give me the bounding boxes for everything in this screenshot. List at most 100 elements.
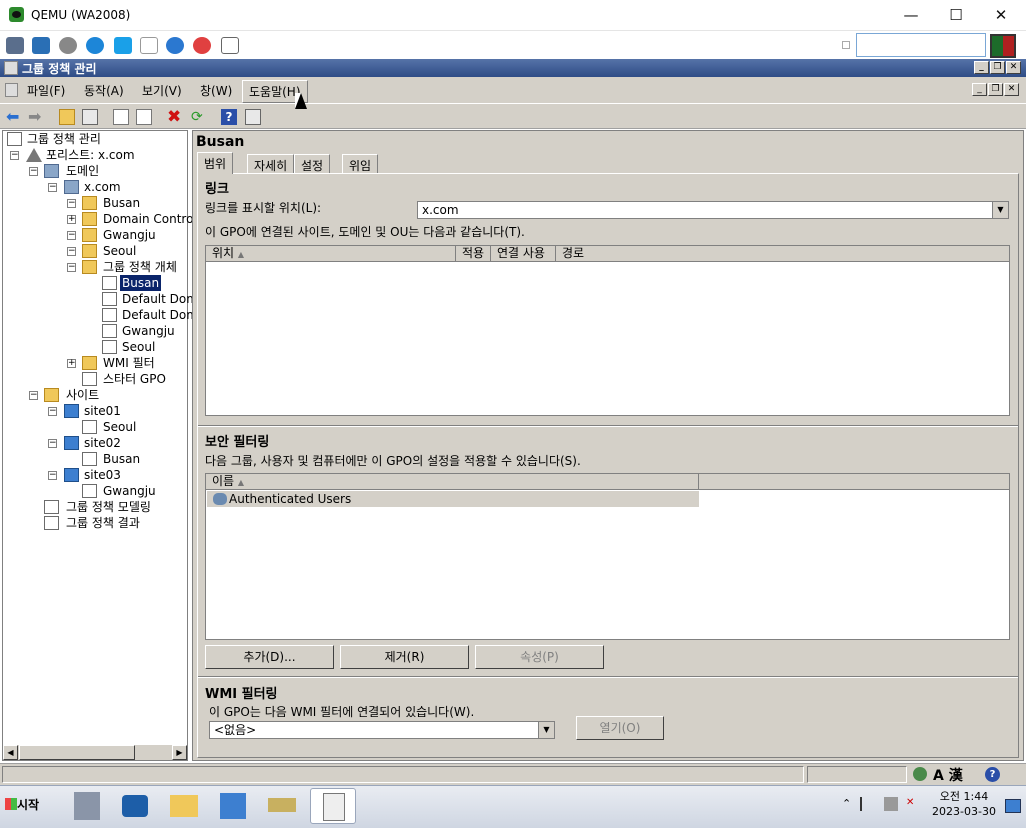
show-hidden-icons[interactable]: ⌃ — [842, 797, 851, 810]
tree-domain[interactable]: x.com — [84, 179, 121, 195]
tree-ou-domain-controllers[interactable]: Domain Contro — [103, 211, 193, 227]
expand-toggle[interactable]: − — [67, 199, 76, 208]
tree-starter-gpo[interactable]: 스타터 GPO — [103, 371, 166, 387]
add-button[interactable]: 추가(D)... — [205, 645, 334, 669]
clock[interactable]: 오전 1:44 2023-03-30 — [932, 789, 996, 819]
links-location-select[interactable]: x.com ▼ — [417, 201, 1009, 219]
mmc-restore-button[interactable]: ❐ — [990, 61, 1005, 74]
eject-icon[interactable] — [221, 37, 239, 54]
properties-icon[interactable] — [245, 109, 261, 125]
menu-file[interactable]: 파일(F) — [27, 82, 65, 99]
tree-gpo-objects[interactable]: 그룹 정책 개체 — [103, 259, 177, 275]
vm-icon[interactable] — [6, 37, 24, 54]
tab-details[interactable]: 자세히 — [247, 154, 295, 173]
col-path[interactable]: 경로 — [556, 246, 1009, 262]
tab-scope[interactable]: 범위 — [197, 152, 234, 174]
expand-toggle[interactable]: − — [48, 407, 57, 416]
tree-gpo-seoul[interactable]: Seoul — [122, 339, 155, 355]
help-icon[interactable]: ? — [221, 109, 237, 125]
tree-ou-gwangju[interactable]: Gwangju — [103, 227, 156, 243]
properties-button[interactable]: 속성(P) — [475, 645, 604, 669]
show-hide-tree-icon[interactable] — [82, 109, 98, 125]
refresh-icon[interactable]: ⟳ — [191, 109, 207, 125]
tree-gpo-default-domain-2[interactable]: Default Dom — [122, 307, 198, 323]
network-icon[interactable] — [884, 797, 898, 811]
tab-settings[interactable]: 설정 — [294, 154, 331, 173]
minimize-button[interactable]: — — [888, 0, 934, 31]
taskbar-server-manager[interactable] — [64, 788, 110, 824]
tree-gpo-gwangju[interactable]: Gwangju — [122, 323, 175, 339]
col-name[interactable]: 이름 ▲ — [206, 474, 699, 490]
tree-ou-seoul[interactable]: Seoul — [103, 243, 136, 259]
col-enforced[interactable]: 적용 — [456, 246, 491, 262]
maximize-button[interactable]: ☐ — [933, 0, 979, 31]
tree-gp-modeling[interactable]: 그룹 정책 모델링 — [66, 499, 151, 515]
tree-gpo-default-domain-1[interactable]: Default Dom — [122, 291, 198, 307]
taskbar-explorer[interactable] — [161, 788, 207, 824]
expand-toggle[interactable]: − — [10, 151, 19, 160]
taskbar-ad-users[interactable] — [210, 788, 256, 824]
fullscreen-icon[interactable] — [32, 37, 50, 54]
security-list[interactable]: 이름 ▲ Authenticated Users — [205, 473, 1010, 640]
refresh-icon[interactable] — [86, 37, 104, 54]
menu-window[interactable]: 창(W) — [200, 82, 232, 99]
expand-toggle[interactable]: − — [67, 247, 76, 256]
open-button[interactable]: 열기(O) — [576, 716, 664, 740]
start-button[interactable]: 시작 — [3, 789, 53, 821]
chevron-down-icon[interactable]: ▼ — [538, 722, 554, 738]
tree-root[interactable]: 그룹 정책 관리 — [27, 131, 101, 147]
col-location[interactable]: 위치 ▲ — [206, 246, 456, 262]
wmi-filter-select[interactable]: <없음> ▼ — [209, 721, 555, 739]
col-link-enabled[interactable]: 연결 사용 — [491, 246, 556, 262]
forward-arrow-icon[interactable]: ➡ — [28, 109, 44, 125]
tree-forest[interactable]: 포리스트: x.com — [46, 147, 135, 163]
doc-restore-button[interactable]: ❐ — [988, 83, 1003, 96]
expand-toggle[interactable]: − — [67, 231, 76, 240]
tree-site03[interactable]: site03 — [84, 467, 121, 483]
taskbar-powershell[interactable] — [112, 788, 158, 824]
list-item[interactable]: Authenticated Users — [207, 491, 699, 507]
tree-ou-busan[interactable]: Busan — [103, 195, 140, 211]
expand-toggle[interactable]: − — [29, 391, 38, 400]
chevron-down-icon[interactable]: ▼ — [992, 202, 1008, 218]
tree-site02[interactable]: site02 — [84, 435, 121, 451]
scroll-thumb[interactable] — [19, 745, 135, 760]
mmc-close-button[interactable]: ✕ — [1006, 61, 1021, 74]
expand-toggle[interactable]: + — [67, 215, 76, 224]
close-button[interactable]: ✕ — [978, 0, 1024, 31]
expand-toggle[interactable]: − — [29, 167, 38, 176]
tree-sites[interactable]: 사이트 — [66, 387, 99, 403]
expand-toggle[interactable]: − — [67, 263, 76, 272]
document-icon[interactable] — [140, 37, 158, 54]
tree-domains[interactable]: 도메인 — [66, 163, 99, 179]
stop-icon[interactable] — [193, 37, 211, 54]
delete-icon[interactable]: ✖ — [167, 109, 183, 126]
scroll-left-icon[interactable]: ◀ — [3, 745, 18, 760]
windows-icon[interactable] — [114, 37, 132, 54]
scroll-right-icon[interactable]: ▶ — [172, 745, 187, 760]
remove-button[interactable]: 제거(R) — [340, 645, 469, 669]
info-icon[interactable] — [166, 37, 184, 54]
up-folder-icon[interactable] — [59, 109, 75, 125]
tab-delegation[interactable]: 위임 — [342, 154, 379, 173]
tree-site01[interactable]: site01 — [84, 403, 121, 419]
back-arrow-icon[interactable]: ⬅ — [6, 109, 22, 125]
tree-wmi-filters[interactable]: WMI 필터 — [103, 355, 155, 371]
expand-toggle[interactable]: − — [48, 471, 57, 480]
paste-icon[interactable] — [136, 109, 152, 125]
expand-toggle[interactable]: + — [67, 359, 76, 368]
show-desktop-icon[interactable] — [1005, 799, 1021, 813]
ime-icon[interactable] — [913, 767, 927, 781]
expand-toggle[interactable]: − — [48, 183, 57, 192]
flag-icon[interactable] — [860, 797, 874, 811]
links-list[interactable]: 위치 ▲ 적용 연결 사용 경로 — [205, 245, 1010, 416]
taskbar-gpmc-active[interactable] — [310, 788, 356, 824]
tree-site02-link[interactable]: Busan — [103, 451, 140, 467]
mmc-minimize-button[interactable]: _ — [974, 61, 989, 74]
tree-site01-link[interactable]: Seoul — [103, 419, 136, 435]
doc-minimize-button[interactable]: _ — [972, 83, 987, 96]
help-icon[interactable]: ? — [985, 767, 1000, 782]
tree-horizontal-scrollbar[interactable]: ◀ ▶ — [3, 745, 187, 760]
copy-icon[interactable] — [113, 109, 129, 125]
menu-action[interactable]: 동작(A) — [84, 82, 124, 99]
